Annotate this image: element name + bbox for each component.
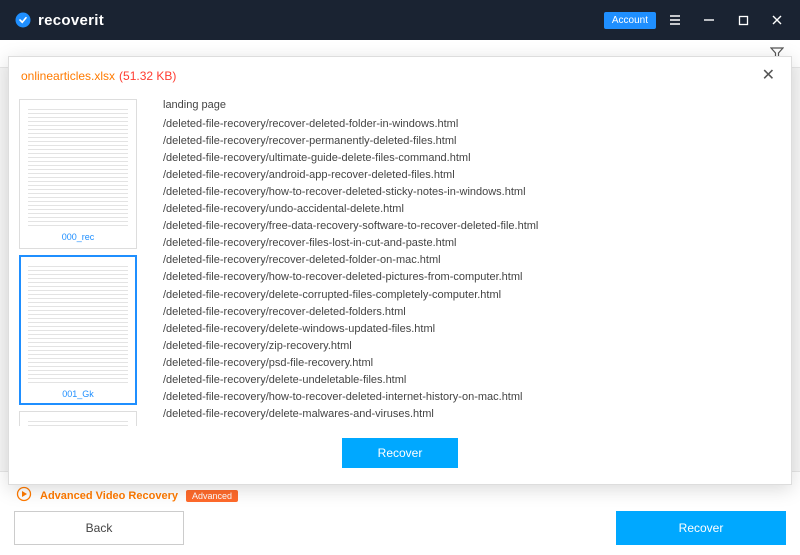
preview-line: /deleted-file-recovery/delete-windows-up… — [163, 321, 769, 338]
close-icon[interactable]: ✕ — [758, 65, 779, 85]
preview-filename: onlinearticles.xlsx — [21, 69, 115, 83]
preview-line: /deleted-file-recovery/how-to-recover-de… — [163, 269, 769, 286]
thumbnail[interactable] — [19, 411, 137, 426]
thumbnail-preview — [28, 263, 128, 385]
thumbnail[interactable]: 001_Gk — [19, 255, 137, 405]
recover-button[interactable]: Recover — [342, 438, 459, 468]
preview-line: /deleted-file-recovery/ultimate-guide-de… — [163, 150, 769, 167]
thumbnail[interactable]: 000_rec — [19, 99, 137, 249]
recover-button-main[interactable]: Recover — [616, 511, 786, 545]
menu-icon[interactable] — [660, 6, 690, 34]
thumbnail-preview — [28, 418, 128, 426]
preview-line: /deleted-file-recovery/recover-deleted-f… — [163, 304, 769, 321]
video-recovery-icon — [16, 486, 32, 505]
account-button[interactable]: Account — [604, 12, 656, 29]
preview-line: /deleted-file-recovery/psd-file-recovery… — [163, 355, 769, 372]
advanced-video-recovery[interactable]: Advanced Video Recovery Advanced — [16, 486, 238, 505]
thumbnail-preview — [28, 106, 128, 228]
preview-line: /deleted-file-recovery/undo-accidental-d… — [163, 201, 769, 218]
minimize-icon[interactable] — [694, 6, 724, 34]
thumbnail-panel: 000_rec 001_Gk — [9, 91, 149, 426]
app-name: recoverit — [38, 12, 104, 29]
preview-line: /deleted-file-recovery/zip-recovery.html — [163, 338, 769, 355]
titlebar: recoverit Account — [0, 0, 800, 40]
app-logo: recoverit — [14, 11, 104, 29]
thumbnail-label: 000_rec — [62, 232, 95, 242]
preview-heading: landing page — [163, 97, 769, 114]
preview-line: /deleted-file-recovery/free-data-recover… — [163, 218, 769, 235]
preview-modal: onlinearticles.xlsx (51.32 KB) ✕ 000_rec… — [8, 56, 792, 485]
preview-line: /deleted-file-recovery/delete-undeletabl… — [163, 372, 769, 389]
preview-line: /deleted-file-recovery/recover-deleted-f… — [163, 252, 769, 269]
modal-header: onlinearticles.xlsx (51.32 KB) ✕ — [9, 57, 791, 91]
back-button[interactable]: Back — [14, 511, 184, 545]
maximize-icon[interactable] — [728, 6, 758, 34]
close-icon[interactable] — [762, 6, 792, 34]
preview-line: /deleted-file-recovery/delete-corrupted-… — [163, 287, 769, 304]
preview-line: /deleted-file-recovery/how-to-recover-de… — [163, 184, 769, 201]
preview-line: /deleted-file-recovery/how-to-recover-de… — [163, 389, 769, 406]
preview-line: /deleted-file-recovery/recover-deleted-f… — [163, 116, 769, 133]
preview-line: /deleted-file-recovery/recover-files-los… — [163, 235, 769, 252]
preview-content: landing page /deleted-file-recovery/reco… — [149, 91, 791, 426]
preview-line: /deleted-file-recovery/delete-malwares-a… — [163, 406, 769, 423]
advanced-label: Advanced Video Recovery — [40, 490, 178, 502]
preview-filesize: (51.32 KB) — [119, 69, 176, 83]
recoverit-logo-icon — [14, 11, 32, 29]
advanced-badge: Advanced — [186, 490, 238, 502]
preview-line: /deleted-file-recovery/android-app-recov… — [163, 167, 769, 184]
thumbnail-label: 001_Gk — [62, 389, 94, 399]
preview-line: /deleted-file-recovery/recover-permanent… — [163, 133, 769, 150]
